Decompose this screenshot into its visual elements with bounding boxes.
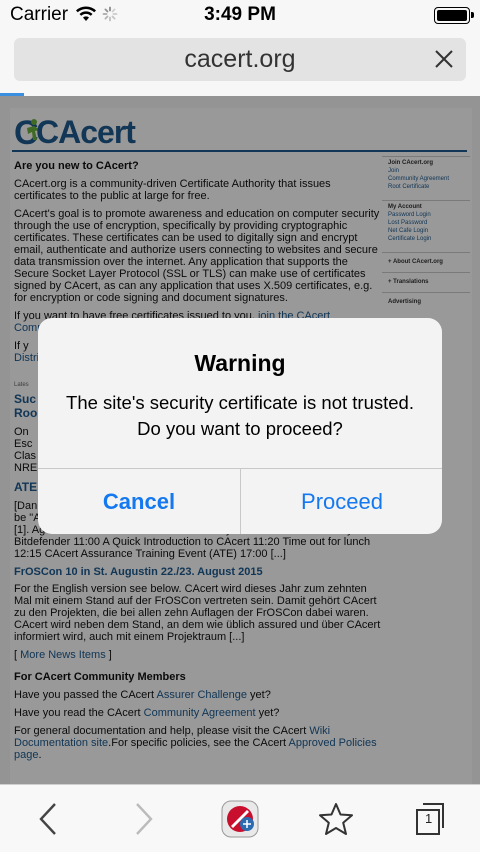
status-time: 3:49 PM bbox=[204, 4, 276, 25]
dialog-message-line2: Do you want to proceed? bbox=[137, 418, 343, 439]
cancel-button[interactable]: Cancel bbox=[38, 469, 240, 534]
star-icon bbox=[319, 803, 353, 835]
dialog-message-line1: The site's security certificate is not t… bbox=[66, 392, 414, 413]
chevron-right-icon bbox=[136, 803, 153, 835]
dialog-title: Warning bbox=[194, 350, 286, 376]
warning-dialog: Warning The site's security certificate … bbox=[38, 318, 442, 534]
proceed-button[interactable]: Proceed bbox=[241, 469, 442, 534]
dialog-message: The site's security certificate is not t… bbox=[38, 390, 442, 442]
close-icon[interactable] bbox=[434, 45, 454, 74]
browser-app-button[interactable] bbox=[220, 799, 260, 839]
bottom-toolbar: 1 bbox=[0, 784, 480, 852]
battery-icon bbox=[434, 7, 474, 24]
status-bar: Carrier 3:49 PM bbox=[0, 0, 480, 30]
bookmark-button[interactable] bbox=[316, 799, 356, 839]
address-bar[interactable]: cacert.org bbox=[14, 38, 466, 81]
chevron-left-icon bbox=[39, 803, 56, 835]
url-text[interactable]: cacert.org bbox=[14, 45, 466, 74]
tab-count: 1 bbox=[425, 811, 433, 826]
back-button[interactable] bbox=[30, 799, 66, 839]
tabs-button[interactable]: 1 bbox=[410, 799, 450, 839]
browser-logo-icon bbox=[221, 800, 259, 838]
forward-button[interactable] bbox=[126, 799, 162, 839]
